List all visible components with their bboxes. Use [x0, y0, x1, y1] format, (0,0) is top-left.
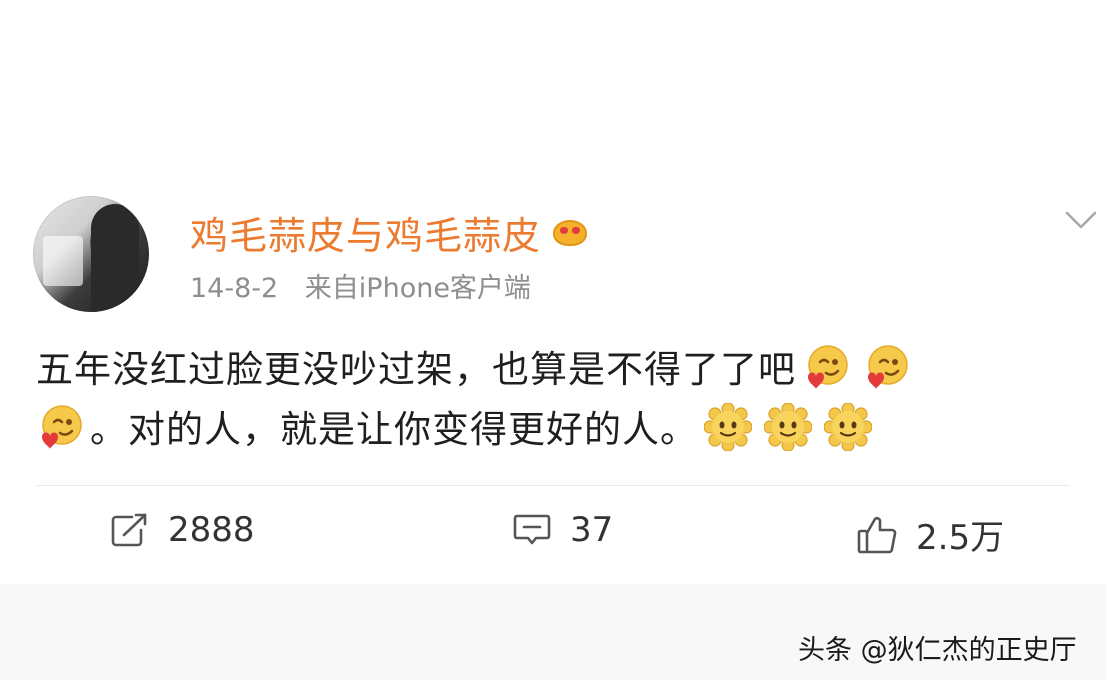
repost-icon	[111, 513, 147, 547]
watermark: 头条 @狄仁杰的正史厅	[798, 635, 1077, 666]
post-text-part1: 五年没红过脸更没吵过架，也算是不得了了吧	[36, 348, 796, 391]
author-name[interactable]: 鸡毛蒜皮与鸡毛蒜皮	[190, 205, 541, 260]
heart-face-emoji	[862, 343, 910, 391]
chevron-down-icon[interactable]	[1064, 210, 1098, 230]
avatar-figure	[91, 204, 139, 312]
divider	[36, 485, 1070, 486]
post-meta: 14-8-2 来自iPhone客户端	[190, 266, 531, 305]
comment-icon	[513, 514, 551, 545]
sun-smile-emoji	[824, 403, 872, 451]
post-date: 14-8-2	[190, 273, 279, 304]
weibo-post-card: 鸡毛蒜皮与鸡毛蒜皮 14-8-2 来自iPhone客户端 五年没红过脸更没吵过架…	[0, 0, 1106, 584]
repost-button[interactable]: 2888	[110, 510, 255, 550]
member-badge-icon	[551, 217, 589, 247]
author-row: 鸡毛蒜皮与鸡毛蒜皮	[190, 206, 589, 258]
sun-smile-emoji	[764, 403, 812, 451]
repost-count: 2888	[168, 510, 255, 550]
heart-face-emoji	[802, 343, 850, 391]
thumbs-up-icon	[857, 516, 897, 553]
action-bar: 2888 37 2.5万	[0, 500, 1106, 566]
post-source: 来自iPhone客户端	[304, 273, 531, 304]
heart-face-emoji	[36, 403, 84, 451]
like-count: 2.5万	[916, 518, 1005, 558]
avatar-background	[43, 236, 83, 286]
user-avatar[interactable]	[33, 196, 149, 312]
post-body: 五年没红过脸更没吵过架，也算是不得了了吧。对的人，就是让你变得更好的人。	[36, 340, 1056, 460]
comment-button[interactable]: 37	[512, 510, 613, 550]
like-button[interactable]: 2.5万	[856, 510, 1004, 559]
post-text-part2: 。对的人，就是让你变得更好的人。	[90, 408, 698, 451]
sun-smile-emoji	[704, 403, 752, 451]
comment-count: 37	[570, 510, 614, 550]
